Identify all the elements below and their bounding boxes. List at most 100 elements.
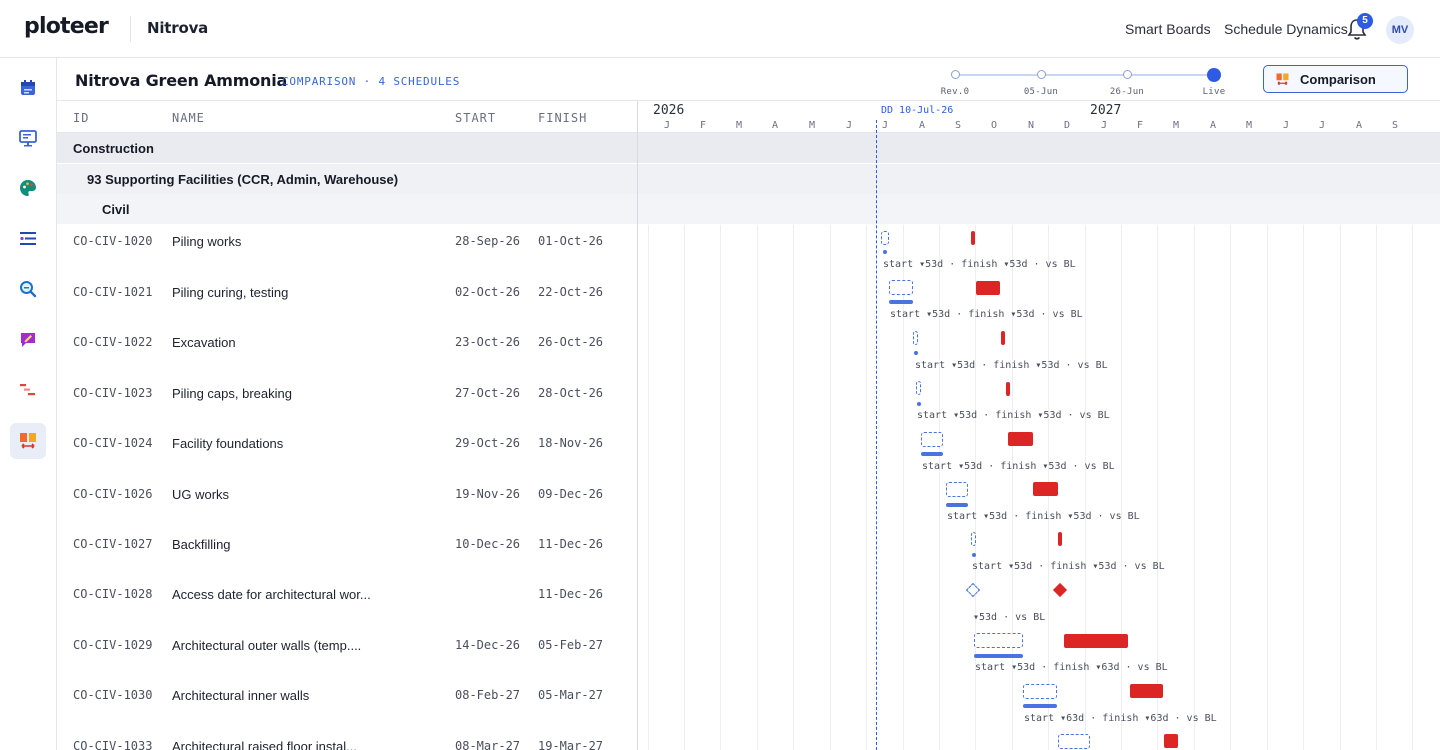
column-header-start[interactable]: START: [455, 111, 496, 125]
month-label: S: [954, 120, 962, 131]
table-row[interactable]: CO-CIV-1029 Architectural outer walls (te…: [57, 629, 637, 679]
variance-text[interactable]: ▾53d · vs BL: [973, 612, 1045, 623]
sidebar-item-search[interactable]: [10, 271, 46, 307]
timeline-grid-line: [720, 225, 721, 750]
variance-text[interactable]: start ▾53d · finish ▾63d · vs BL: [975, 662, 1168, 673]
baseline-bar[interactable]: [1058, 734, 1090, 749]
variance-text[interactable]: start ▾53d · finish ▾53d · vs BL: [917, 410, 1110, 421]
sidebar: [0, 58, 57, 750]
baseline-progress-line[interactable]: [921, 452, 943, 456]
live-bar[interactable]: [1006, 382, 1010, 396]
row-finish: 09-Dec-26: [538, 487, 604, 501]
baseline-bar[interactable]: [971, 532, 976, 546]
baseline-milestone[interactable]: [965, 582, 981, 598]
live-bar[interactable]: [1164, 734, 1178, 748]
live-bar[interactable]: [1001, 331, 1005, 345]
sidebar-item-calendar[interactable]: [10, 70, 46, 106]
variance-text[interactable]: start ▾53d · finish ▾53d · vs BL: [915, 360, 1108, 371]
row-id: CO-CIV-1026: [73, 487, 153, 501]
live-bar[interactable]: [971, 231, 975, 245]
table-row[interactable]: CO-CIV-1023 Piling caps, breaking 27-Oct-2…: [57, 377, 637, 427]
live-bar[interactable]: [1130, 684, 1163, 698]
project-name[interactable]: Nitrova: [147, 19, 208, 37]
avatar[interactable]: MV: [1386, 16, 1414, 44]
table-row[interactable]: CO-CIV-1021 Piling curing, testing 02-Oct-…: [57, 276, 637, 326]
revision-node-05jun[interactable]: [1037, 70, 1046, 79]
group-row-construction[interactable]: Construction: [57, 133, 1440, 163]
variance-text[interactable]: start ▾53d · finish ▾53d · vs BL: [947, 511, 1140, 522]
group-row-civil[interactable]: Civil: [57, 194, 1440, 224]
variance-text[interactable]: start ▾53d · finish ▾53d · vs BL: [922, 461, 1115, 472]
revision-node-live[interactable]: [1207, 68, 1221, 82]
row-id: CO-CIV-1028: [73, 587, 153, 601]
baseline-marker[interactable]: [917, 402, 921, 406]
calendar-icon: [21, 80, 35, 95]
variance-text[interactable]: start ▾53d · finish ▾53d · vs BL: [972, 561, 1165, 572]
sidebar-item-palette[interactable]: [10, 170, 46, 206]
baseline-bar[interactable]: [946, 482, 968, 497]
column-header-finish[interactable]: FINISH: [538, 111, 587, 125]
baseline-bar[interactable]: [974, 633, 1023, 648]
table-row[interactable]: CO-CIV-1020 Piling works 28-Sep-26 01-Oct-2…: [57, 225, 637, 275]
variance-text[interactable]: start ▾53d · finish ▾53d · vs BL: [883, 259, 1076, 270]
group-row-supporting-facilities[interactable]: 93 Supporting Facilities (CCR, Admin, Wa…: [57, 164, 1440, 194]
live-bar[interactable]: [1064, 634, 1128, 648]
live-milestone[interactable]: [1052, 582, 1068, 598]
comparison-button[interactable]: Comparison: [1263, 65, 1408, 93]
baseline-marker[interactable]: [883, 250, 887, 254]
table-row[interactable]: CO-CIV-1028 Access date for architectural…: [57, 578, 637, 628]
baseline-bar[interactable]: [916, 381, 921, 395]
row-name: UG works: [172, 487, 230, 502]
nav-schedule-dynamics[interactable]: Schedule Dynamics: [1224, 21, 1348, 37]
row-id: CO-CIV-1021: [73, 285, 153, 299]
sidebar-item-notes[interactable]: [10, 322, 46, 358]
baseline-bar[interactable]: [921, 432, 943, 447]
live-bar[interactable]: [1033, 482, 1058, 496]
live-bar[interactable]: [1008, 432, 1033, 446]
column-header-name[interactable]: NAME: [172, 111, 205, 125]
baseline-bar[interactable]: [889, 280, 913, 295]
baseline-progress-line[interactable]: [974, 654, 1023, 658]
table-row[interactable]: CO-CIV-1024 Facility foundations 29-Oct-26…: [57, 427, 637, 477]
row-id: CO-CIV-1033: [73, 739, 153, 750]
group-label: Civil: [102, 202, 130, 217]
baseline-marker[interactable]: [972, 553, 976, 557]
live-bar[interactable]: [976, 281, 1000, 295]
sidebar-item-gantt[interactable]: [10, 372, 46, 408]
month-label: J: [1282, 120, 1290, 131]
table-row[interactable]: CO-CIV-1033 Architectural raised floor in…: [57, 730, 637, 750]
revision-node-rev0[interactable]: [951, 70, 960, 79]
baseline-progress-line[interactable]: [889, 300, 913, 304]
gantt-icon: [20, 384, 35, 396]
row-id: CO-CIV-1029: [73, 638, 153, 652]
revision-node-26jun[interactable]: [1123, 70, 1132, 79]
variance-text[interactable]: start ▾63d · finish ▾63d · vs BL: [1024, 713, 1217, 724]
baseline-bar[interactable]: [913, 331, 918, 345]
variance-text[interactable]: start ▾53d · finish ▾53d · vs BL: [890, 309, 1083, 320]
app-logo[interactable]: ploteer: [24, 14, 109, 39]
live-bar[interactable]: [1058, 532, 1062, 546]
table-row[interactable]: CO-CIV-1026 UG works 19-Nov-26 09-Dec-26: [57, 478, 637, 528]
row-id: CO-CIV-1030: [73, 688, 153, 702]
baseline-progress-line[interactable]: [1023, 704, 1057, 708]
sidebar-item-presentation[interactable]: [10, 120, 46, 156]
timeline-grid-line: [684, 225, 685, 750]
table-row[interactable]: CO-CIV-1030 Architectural inner walls 08-F…: [57, 679, 637, 729]
row-id: CO-CIV-1020: [73, 234, 153, 248]
table-row[interactable]: CO-CIV-1027 Backfilling 10-Dec-26 11-Dec-26: [57, 528, 637, 578]
row-finish: 05-Mar-27: [538, 688, 604, 702]
table-row[interactable]: CO-CIV-1022 Excavation 23-Oct-26 26-Oct-26: [57, 326, 637, 376]
baseline-progress-line[interactable]: [946, 503, 968, 507]
baseline-bar[interactable]: [1023, 684, 1057, 699]
comparison-icon: [1276, 73, 1289, 86]
timeline-grid-line: [1267, 225, 1268, 750]
baseline-bar[interactable]: [881, 231, 889, 245]
timeline-grid-line: [1412, 225, 1413, 750]
nav-smart-boards[interactable]: Smart Boards: [1125, 21, 1211, 37]
baseline-marker[interactable]: [914, 351, 918, 355]
header-divider: [130, 16, 131, 42]
sidebar-item-list[interactable]: [10, 221, 46, 257]
sidebar-item-comparison[interactable]: [10, 423, 46, 459]
column-header-id[interactable]: ID: [73, 111, 89, 125]
row-finish: 22-Oct-26: [538, 285, 604, 299]
